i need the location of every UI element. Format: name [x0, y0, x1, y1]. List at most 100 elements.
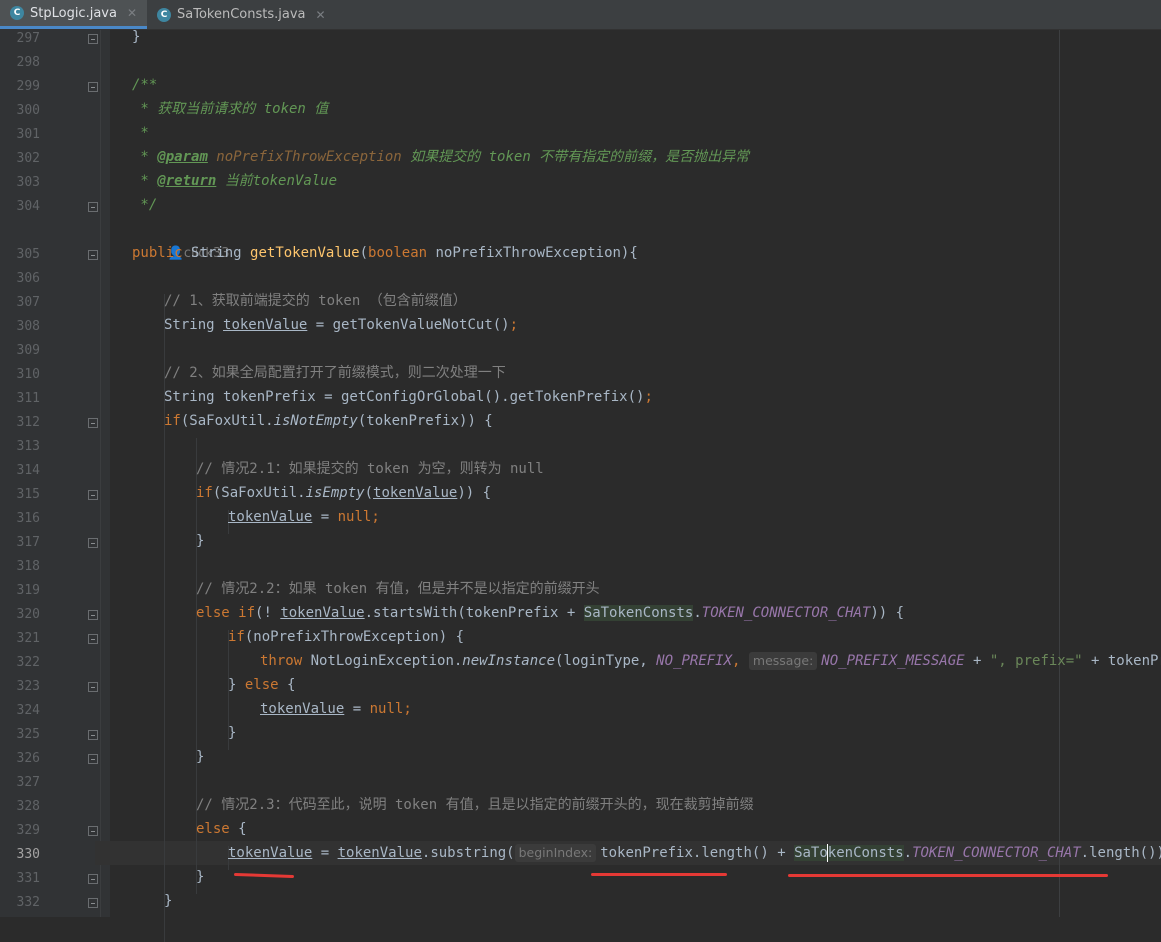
- fold-icon[interactable]: [88, 634, 98, 644]
- line-number[interactable]: 302: [0, 147, 40, 171]
- code-line-320: else if(! tokenValue.startsWith(tokenPre…: [196, 605, 905, 621]
- fold-icon[interactable]: [88, 418, 98, 428]
- code-line-305: public String getTokenValue(boolean noPr…: [132, 245, 638, 261]
- line-number[interactable]: 305: [0, 243, 40, 267]
- method-name: getTokenValue: [250, 245, 360, 261]
- code-line-330: tokenValue = tokenValue.substring(beginI…: [228, 844, 1161, 862]
- line-number[interactable]: 312: [0, 411, 40, 435]
- line-number[interactable]: 311: [0, 387, 40, 411]
- fold-icon[interactable]: [88, 490, 98, 500]
- line-number[interactable]: 330: [0, 843, 40, 867]
- fold-icon[interactable]: [88, 730, 98, 740]
- line-comment: // 1、获取前端提交的 token （包含前缀值）: [164, 293, 467, 309]
- line-comment: // 情况2.2：如果 token 有值，但是并不是以指定的前缀开头: [196, 581, 600, 597]
- line-number[interactable]: 325: [0, 723, 40, 747]
- java-class-icon: C: [10, 6, 24, 20]
- line-number[interactable]: 303: [0, 171, 40, 195]
- line-number[interactable]: 328: [0, 795, 40, 819]
- line-number[interactable]: 326: [0, 747, 40, 771]
- red-underline-mark: [233, 872, 295, 879]
- code-line-329: else {: [196, 821, 247, 837]
- line-number[interactable]: 332: [0, 891, 40, 915]
- line-number[interactable]: 309: [0, 339, 40, 363]
- line-number[interactable]: 297: [0, 27, 40, 51]
- code-line-301: *: [132, 121, 148, 145]
- code-line-317: }: [196, 533, 205, 549]
- code-line-324: tokenValue = null;: [260, 701, 412, 717]
- code-line-297: }: [132, 25, 140, 49]
- line-number[interactable]: 298: [0, 51, 40, 75]
- line-number[interactable]: 313: [0, 435, 40, 459]
- code-line-326: }: [196, 749, 205, 765]
- line-number[interactable]: 310: [0, 363, 40, 387]
- gutter-divider: [100, 30, 101, 917]
- line-number[interactable]: 329: [0, 819, 40, 843]
- line-number[interactable]: 317: [0, 531, 40, 555]
- line-number[interactable]: 323: [0, 675, 40, 699]
- line-number[interactable]: 321: [0, 627, 40, 651]
- code-line-321: if(noPrefixThrowException) {: [228, 629, 465, 645]
- code-line-331: }: [196, 869, 205, 885]
- tab-label: SaTokenConsts.java: [177, 7, 306, 22]
- doc-tag: @param: [157, 149, 208, 165]
- line-number[interactable]: 318: [0, 555, 40, 579]
- code-text: }: [132, 29, 141, 45]
- fold-icon[interactable]: [88, 826, 98, 836]
- code-line-322: throw NotLoginException.newInstance(logi…: [260, 652, 1161, 670]
- line-number[interactable]: 331: [0, 867, 40, 891]
- code-line-312: if(SaFoxUtil.isNotEmpty(tokenPrefix)) {: [164, 413, 493, 429]
- line-number[interactable]: 299: [0, 75, 40, 99]
- line-number[interactable]: 300: [0, 99, 40, 123]
- doc-param-name: noPrefixThrowException: [207, 149, 402, 165]
- fold-icon[interactable]: [88, 250, 98, 260]
- tab-satokenconsts[interactable]: C SaTokenConsts.java ✕: [147, 0, 336, 29]
- line-number[interactable]: 301: [0, 123, 40, 147]
- line-number[interactable]: 327: [0, 771, 40, 795]
- fold-icon[interactable]: [88, 34, 98, 44]
- line-number[interactable]: 307: [0, 291, 40, 315]
- code-line-302: * @param noPrefixThrowException 如果提交的 to…: [132, 145, 749, 169]
- line-comment: // 2、如果全局配置打开了前缀模式，则二次处理一下: [164, 365, 506, 381]
- tab-stplogic[interactable]: C StpLogic.java ✕: [0, 0, 148, 29]
- tab-label: StpLogic.java: [30, 5, 117, 21]
- line-number[interactable]: 322: [0, 651, 40, 675]
- right-margin-guide: [1059, 30, 1060, 917]
- close-icon[interactable]: ✕: [316, 8, 326, 22]
- code-line-319: // 情况2.2：如果 token 有值，但是并不是以指定的前缀开头: [196, 577, 600, 601]
- line-number[interactable]: 308: [0, 315, 40, 339]
- line-number[interactable]: 304: [0, 195, 40, 219]
- code-line-307: // 1、获取前端提交的 token （包含前缀值）: [164, 289, 467, 313]
- fold-icon[interactable]: [88, 874, 98, 884]
- line-number[interactable]: 314: [0, 459, 40, 483]
- code-line-315: if(SaFoxUtil.isEmpty(tokenValue)) {: [196, 485, 492, 501]
- line-number-gutter: 297 298 299 300 301 302 303 304 305 306 307 308 309 3…: [0, 30, 110, 917]
- code-line-300: * 获取当前请求的 token 值: [132, 97, 328, 121]
- fold-icon[interactable]: [88, 682, 98, 692]
- doc-comment: 当前tokenValue: [216, 173, 338, 189]
- author-hint[interactable]: 👤click33: [134, 217, 230, 261]
- fold-icon[interactable]: [88, 538, 98, 548]
- parameter-hint: message:: [748, 652, 818, 670]
- fold-icon[interactable]: [88, 898, 98, 908]
- parameter-hint: beginIndex:: [514, 844, 597, 862]
- fold-icon[interactable]: [88, 82, 98, 92]
- line-number[interactable]: 324: [0, 699, 40, 723]
- code-line-314: // 情况2.1：如果提交的 token 为空，则转为 null: [196, 457, 544, 481]
- line-number[interactable]: 306: [0, 267, 40, 291]
- line-number[interactable]: 320: [0, 603, 40, 627]
- close-icon[interactable]: ✕: [127, 6, 137, 20]
- code-line-323: } else {: [228, 677, 296, 693]
- line-number[interactable]: 319: [0, 579, 40, 603]
- code-line-311: String tokenPrefix = getConfigOrGlobal()…: [164, 389, 653, 405]
- fold-icon[interactable]: [88, 610, 98, 620]
- fold-icon[interactable]: [88, 202, 98, 212]
- code-editor[interactable]: } /** * 获取当前请求的 token 值 * * @param noPre…: [95, 29, 1161, 942]
- code-line-316: tokenValue = null;: [228, 509, 380, 525]
- line-number[interactable]: 316: [0, 507, 40, 531]
- fold-icon[interactable]: [88, 754, 98, 764]
- java-class-icon: C: [157, 7, 172, 22]
- code-line-310: // 2、如果全局配置打开了前缀模式，则二次处理一下: [164, 361, 506, 385]
- line-number[interactable]: [0, 219, 40, 243]
- doc-comment: * 获取当前请求的 token 值: [132, 101, 329, 117]
- line-number[interactable]: 315: [0, 483, 40, 507]
